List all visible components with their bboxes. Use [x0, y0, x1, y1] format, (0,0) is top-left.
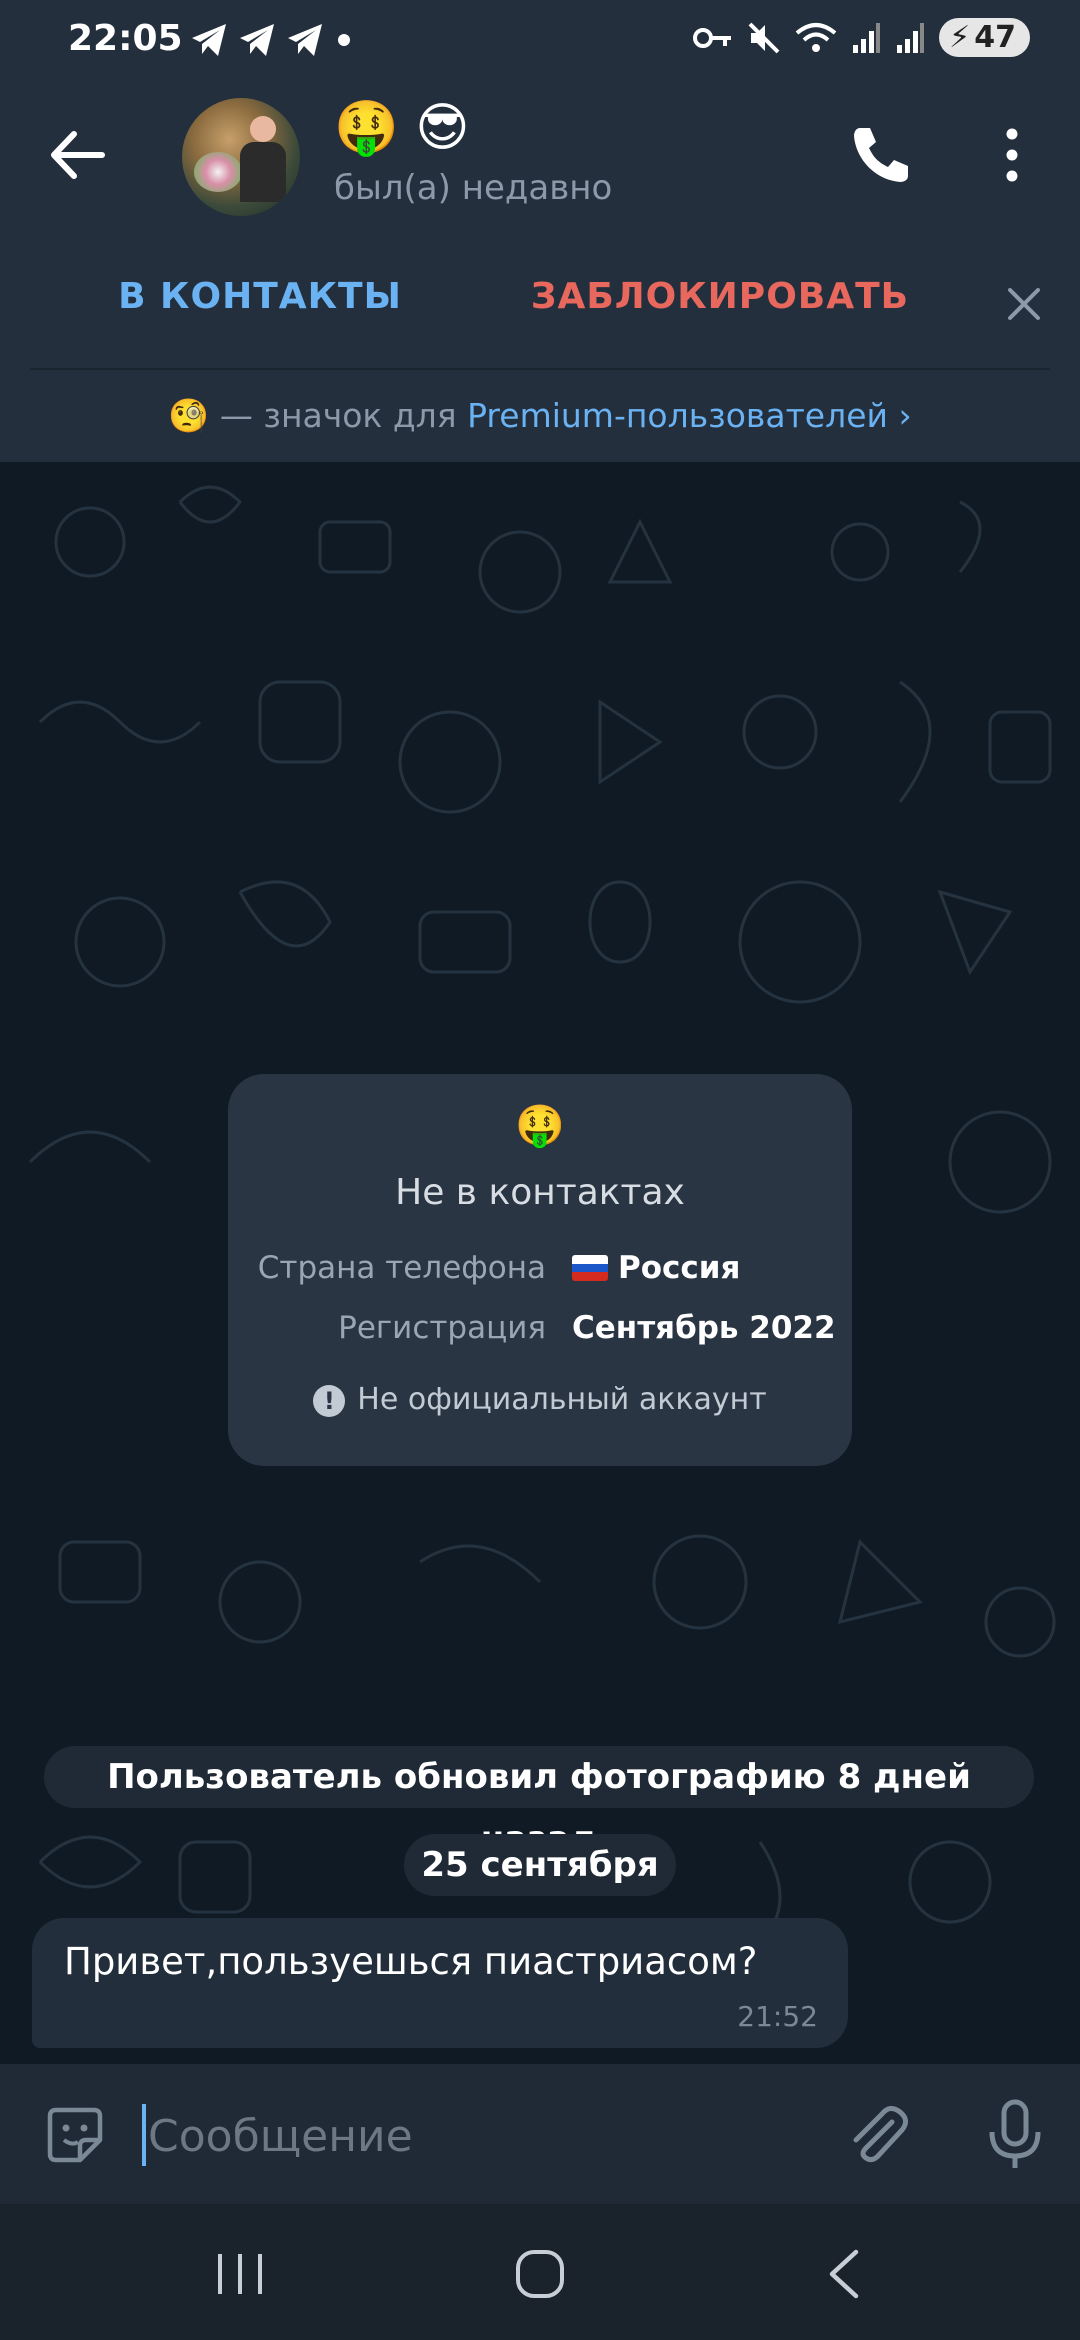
registration-label: Регистрация: [338, 1310, 546, 1346]
recents-icon[interactable]: [210, 2246, 270, 2302]
telegram-icon: [192, 24, 226, 56]
chat-header: 🤑 😎 был(а) недавно: [0, 80, 1080, 240]
battery-bolt-icon: ⚡: [949, 20, 971, 55]
contact-name[interactable]: 🤑 😎: [334, 98, 469, 158]
close-icon[interactable]: [1000, 280, 1048, 328]
unofficial-account-note: ! Не официальный аккаунт: [228, 1382, 852, 1417]
block-button[interactable]: ЗАБЛОКИРОВАТЬ: [520, 276, 920, 317]
arrow-left-icon[interactable]: [44, 120, 114, 190]
wifi-icon: [795, 22, 837, 52]
paperclip-icon[interactable]: [842, 2100, 912, 2170]
action-bar: В КОНТАКТЫ ЗАБЛОКИРОВАТЬ: [0, 240, 1080, 370]
message-text: Привет,пользуешься пиастриасом?: [64, 1940, 758, 1983]
premium-emoji: 🧐: [168, 396, 210, 435]
chevron-right-icon: ›: [898, 396, 912, 435]
notification-icons: [190, 22, 354, 58]
telegram-icon: [240, 24, 274, 56]
microphone-icon[interactable]: [980, 2098, 1050, 2172]
more-vert-icon[interactable]: [990, 120, 1034, 190]
contact-info-card: 🤑 Не в контактах Страна телефона Россия …: [228, 1074, 852, 1466]
russia-flag-icon: [572, 1255, 608, 1281]
info-title: Не в контактах: [395, 1172, 685, 1213]
telegram-icon: [288, 24, 322, 56]
signal-icon: [853, 22, 881, 53]
premium-notice[interactable]: 🧐 — значок для Premium-пользователей ›: [0, 370, 1080, 462]
home-icon[interactable]: [512, 2246, 568, 2302]
phone-country-label: Страна телефона: [257, 1250, 546, 1286]
battery-level: 47: [974, 20, 1016, 55]
chat-area: 🤑 Не в контактах Страна телефона Россия …: [0, 462, 1080, 2064]
unofficial-account-text: Не официальный аккаунт: [357, 1382, 767, 1417]
sticker-icon[interactable]: [42, 2102, 108, 2168]
battery-indicator: ⚡ 47: [939, 18, 1030, 57]
service-message-photo-update[interactable]: Пользователь обновил фотографию 8 дней н…: [44, 1746, 1034, 1859]
premium-link[interactable]: Premium-пользователей: [467, 396, 888, 435]
info-emoji: 🤑: [515, 1103, 565, 1149]
registration-value: Сентябрь 2022: [572, 1310, 836, 1346]
incoming-message[interactable]: Привет,пользуешься пиастриасом? 21:52: [32, 1918, 848, 2048]
add-contact-button[interactable]: В КОНТАКТЫ: [90, 276, 430, 317]
system-icons: ⚡ 47: [693, 18, 1030, 57]
back-icon[interactable]: [820, 2244, 870, 2304]
message-input[interactable]: [146, 2100, 790, 2172]
date-separator: 25 сентября: [404, 1834, 676, 1896]
status-bar: 22:05 ⚡ 47: [0, 0, 1080, 80]
info-alert-icon: !: [313, 1384, 346, 1417]
key-icon: [693, 27, 732, 48]
phone-country-value: Россия: [572, 1250, 740, 1286]
phone-icon[interactable]: [846, 120, 916, 190]
message-input-bar: [0, 2064, 1080, 2204]
contact-status: был(а) недавно: [334, 168, 613, 208]
message-time: 21:52: [737, 2000, 818, 2033]
premium-text: — значок для: [209, 396, 468, 435]
mute-icon: [748, 22, 780, 53]
status-time: 22:05: [68, 18, 183, 59]
avatar[interactable]: [182, 98, 300, 216]
phone-country-text: Россия: [618, 1250, 741, 1286]
dot-icon: [338, 34, 350, 46]
signal-icon: [897, 22, 925, 53]
system-nav-bar: [0, 2204, 1080, 2340]
